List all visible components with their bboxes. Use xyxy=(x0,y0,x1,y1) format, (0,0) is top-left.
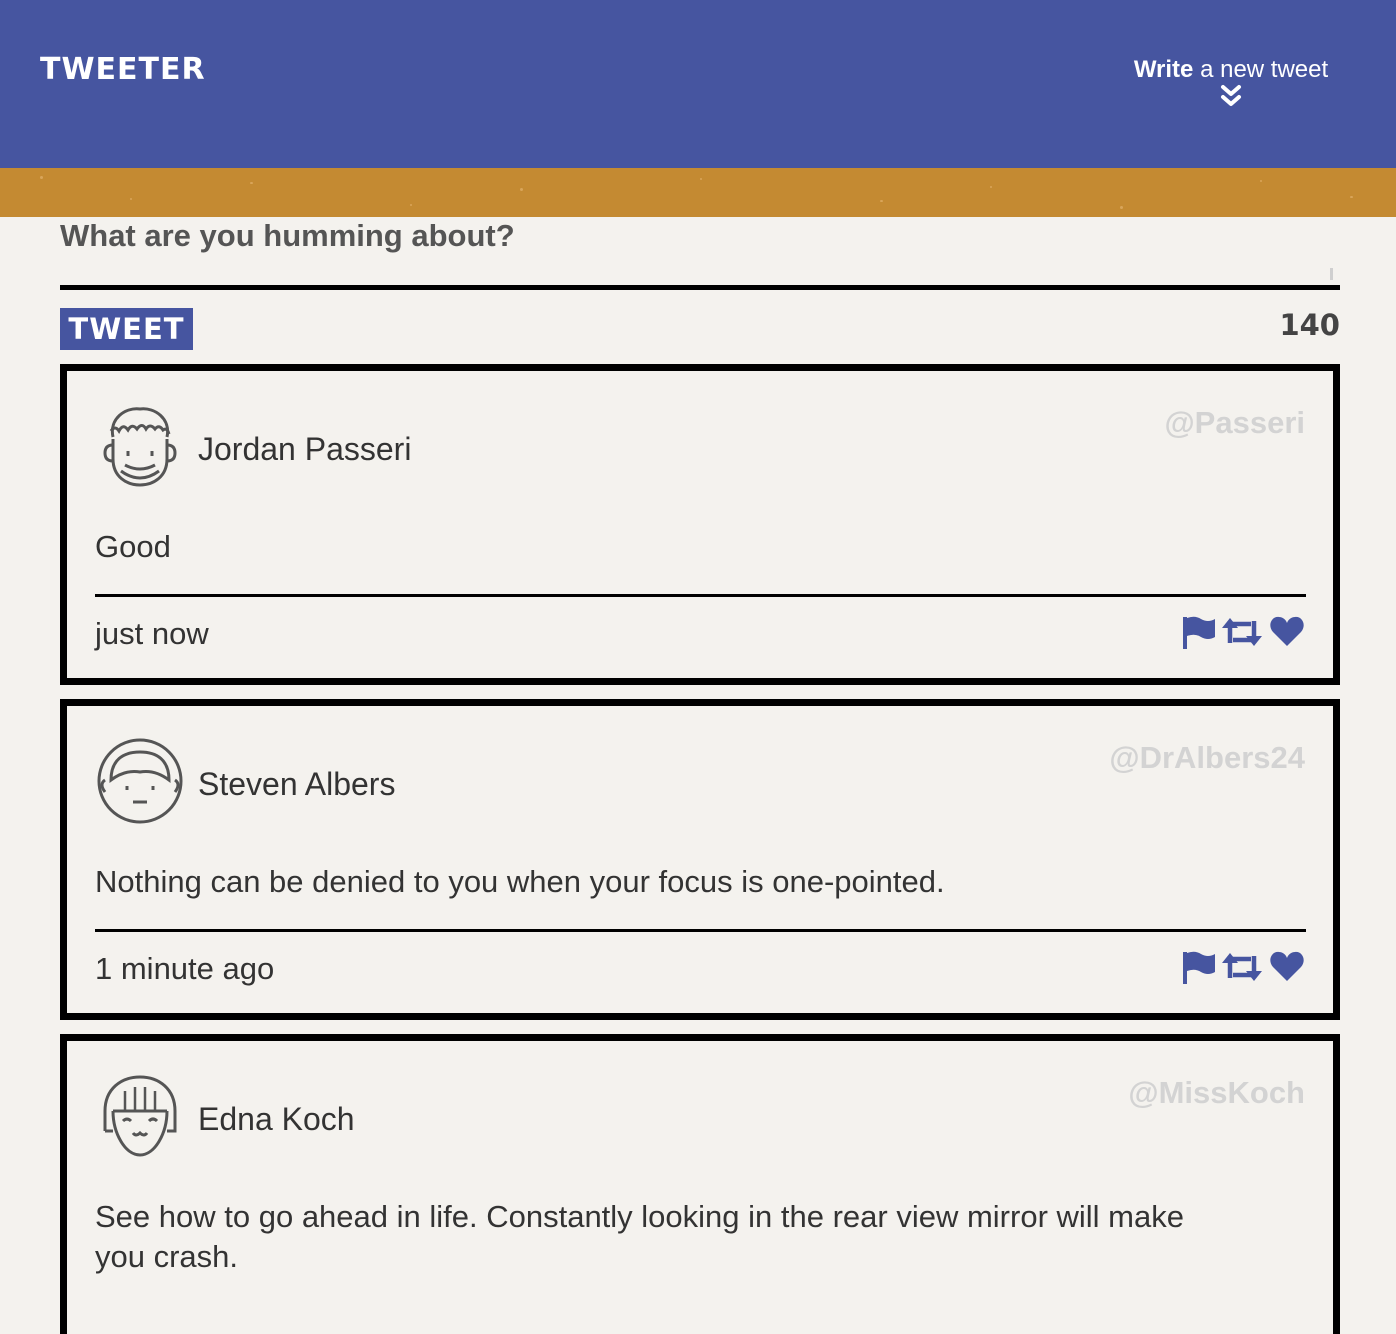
avatar-icon xyxy=(103,1075,177,1157)
heart-icon[interactable] xyxy=(1269,950,1305,982)
top-navbar: TWEETER Write a new tweet xyxy=(0,0,1396,168)
tweet-text: See how to go ahead in life. Constantly … xyxy=(95,1199,1184,1274)
tweet-actions xyxy=(1181,950,1305,986)
tweet-submit-button[interactable]: TWEET xyxy=(60,308,193,350)
flag-icon[interactable] xyxy=(1181,950,1217,984)
flag-icon[interactable] xyxy=(1181,615,1217,649)
tweet-author-handle: @DrAlbers24 xyxy=(1109,740,1305,775)
tweet-card: Jordan Passeri @Passeri Good just now xyxy=(60,364,1340,685)
compose-link-rest: a new tweet xyxy=(1193,56,1329,83)
tweet-divider xyxy=(95,594,1306,597)
heart-icon[interactable] xyxy=(1269,615,1305,647)
tweet-author-handle: @MissKoch xyxy=(1128,1075,1305,1110)
tweet-author-name: Edna Koch xyxy=(198,1101,355,1137)
tweet-card: Edna Koch @MissKoch See how to go ahead … xyxy=(60,1034,1340,1334)
avatar-icon xyxy=(103,407,177,487)
tweet-divider xyxy=(95,929,1306,932)
composer-input-underline[interactable] xyxy=(60,285,1340,290)
tweet-author-name: Jordan Passeri xyxy=(198,431,412,467)
tweet-actions xyxy=(1181,615,1305,651)
tweet-text: Good xyxy=(95,529,171,564)
header-banner xyxy=(0,168,1396,217)
write-new-tweet-link[interactable]: Write a new tweet xyxy=(1120,56,1342,108)
retweet-icon[interactable] xyxy=(1221,615,1263,649)
tweet-author-name: Steven Albers xyxy=(198,766,396,802)
avatar-icon xyxy=(97,738,183,824)
chevron-double-down-icon[interactable] xyxy=(1220,84,1242,108)
compose-link-bold: Write xyxy=(1133,56,1194,83)
tweet-timestamp: just now xyxy=(95,616,209,651)
textarea-resize-handle[interactable] xyxy=(1330,268,1333,280)
tweet-author-handle: @Passeri xyxy=(1164,405,1305,440)
composer-prompt: What are you humming about? xyxy=(60,218,515,253)
tweet-card: Steven Albers @DrAlbers24 Nothing can be… xyxy=(60,699,1340,1020)
retweet-icon[interactable] xyxy=(1221,950,1263,984)
brand-logo[interactable]: TWEETER xyxy=(40,52,206,87)
tweet-text: Nothing can be denied to you when your f… xyxy=(95,864,945,899)
tweet-timestamp: 1 minute ago xyxy=(95,951,275,986)
character-counter: 140 xyxy=(1279,308,1340,342)
